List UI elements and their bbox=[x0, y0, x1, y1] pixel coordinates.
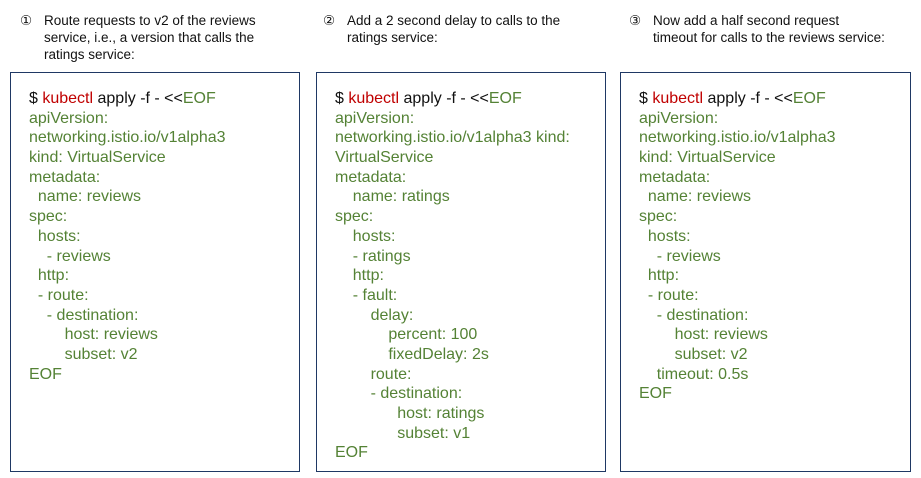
yaml-line: networking.istio.io/v1alpha3 kind: bbox=[335, 129, 570, 147]
step-3-caption-text: Now add a half second request timeout fo… bbox=[653, 13, 885, 45]
yaml-line: percent: 100 bbox=[335, 326, 478, 344]
yaml-line: subset: v2 bbox=[639, 345, 748, 363]
command-args: apply -f - << bbox=[703, 90, 793, 107]
yaml-line: subset: v1 bbox=[335, 424, 471, 442]
yaml-line: http: bbox=[639, 267, 680, 285]
yaml-line: route: bbox=[335, 365, 412, 383]
command-program: kubectl bbox=[348, 90, 400, 107]
yaml-line: timeout: 0.5s bbox=[639, 365, 749, 383]
step-3-code-block: $ kubectl apply -f - <<EOF apiVersion: ne… bbox=[639, 89, 836, 404]
yaml-line: kind: VirtualService bbox=[29, 149, 166, 167]
yaml-line: kind: VirtualService bbox=[639, 149, 776, 167]
yaml-line: subset: v2 bbox=[29, 345, 138, 363]
step-1-number: ① bbox=[20, 13, 33, 28]
step-3-yaml: apiVersion: networking.istio.io/v1alpha3 k… bbox=[639, 109, 836, 404]
step-2-yaml: apiVersion: networking.istio.io/v1alpha3 … bbox=[335, 109, 570, 463]
step-2-code-block: $ kubectl apply -f - <<EOF apiVersion: ne… bbox=[335, 89, 570, 463]
yaml-line: host: reviews bbox=[29, 326, 158, 344]
yaml-line: http: bbox=[29, 267, 70, 285]
step-2-code-panel: $ kubectl apply -f - <<EOF apiVersion: ne… bbox=[316, 72, 606, 472]
yaml-line: name: reviews bbox=[639, 188, 752, 206]
step-2-caption: ② Add a 2 second delay to calls to the r… bbox=[323, 12, 560, 46]
command-prompt: $ bbox=[335, 90, 349, 107]
command-args: apply -f - << bbox=[399, 90, 489, 107]
yaml-line: networking.istio.io/v1alpha3 bbox=[639, 129, 836, 147]
command-program: kubectl bbox=[652, 90, 704, 107]
step-3-number: ③ bbox=[629, 13, 642, 28]
yaml-line: - reviews bbox=[29, 247, 111, 265]
yaml-line: spec: bbox=[29, 208, 68, 226]
yaml-line: - destination: bbox=[639, 306, 749, 324]
command-prompt: $ bbox=[29, 90, 43, 107]
yaml-line: delay: bbox=[335, 306, 414, 324]
yaml-line: - route: bbox=[639, 286, 699, 304]
step-1-caption: ① Route requests to v2 of the reviews se… bbox=[20, 12, 256, 63]
yaml-line: EOF bbox=[335, 444, 368, 462]
yaml-line: apiVersion: bbox=[639, 109, 719, 127]
yaml-line: metadata: bbox=[335, 168, 407, 186]
yaml-line: EOF bbox=[29, 365, 62, 383]
command-program: kubectl bbox=[42, 90, 94, 107]
yaml-line: - reviews bbox=[639, 247, 721, 265]
yaml-line: hosts: bbox=[29, 227, 81, 245]
yaml-line: - route: bbox=[29, 286, 89, 304]
yaml-line: hosts: bbox=[639, 227, 691, 245]
step-2-caption-text: Add a 2 second delay to calls to the rat… bbox=[347, 13, 561, 45]
yaml-line: host: ratings bbox=[335, 405, 485, 422]
yaml-line: host: reviews bbox=[639, 326, 768, 344]
step-2-number: ② bbox=[323, 13, 336, 28]
command-heredoc: EOF bbox=[792, 90, 826, 107]
yaml-line: - destination: bbox=[335, 385, 463, 403]
yaml-line: VirtualService bbox=[335, 149, 434, 167]
yaml-line: name: ratings bbox=[335, 188, 450, 206]
yaml-line: hosts: bbox=[335, 227, 396, 245]
yaml-line: - ratings bbox=[335, 247, 411, 265]
step-2-command-line: $ kubectl apply -f - <<EOF bbox=[335, 89, 570, 109]
yaml-line: apiVersion: bbox=[29, 109, 109, 127]
step-3-code-panel: $ kubectl apply -f - <<EOF apiVersion: ne… bbox=[620, 72, 911, 472]
yaml-line: http: bbox=[335, 267, 384, 285]
yaml-line: spec: bbox=[639, 208, 678, 226]
yaml-line: - fault: bbox=[335, 286, 398, 304]
step-1-code-panel: $ kubectl apply -f - <<EOF apiVersion: ne… bbox=[10, 72, 300, 472]
yaml-line: spec: bbox=[335, 208, 374, 226]
step-3-caption: ③ Now add a half second request timeout … bbox=[629, 12, 885, 46]
yaml-line: networking.istio.io/v1alpha3 bbox=[29, 129, 226, 147]
step-3-command-line: $ kubectl apply -f - <<EOF bbox=[639, 89, 836, 109]
yaml-line: metadata: bbox=[29, 168, 101, 186]
yaml-line: EOF bbox=[639, 385, 672, 403]
yaml-line: - destination: bbox=[29, 306, 139, 324]
step-1-yaml: apiVersion: networking.istio.io/v1alpha3 k… bbox=[29, 109, 226, 385]
step-1-caption-text: Route requests to v2 of the reviews serv… bbox=[44, 13, 256, 62]
step-1-command-line: $ kubectl apply -f - <<EOF bbox=[29, 89, 226, 109]
yaml-line: fixedDelay: 2s bbox=[335, 345, 489, 363]
yaml-line: apiVersion: bbox=[335, 109, 415, 127]
command-prompt: $ bbox=[639, 90, 653, 107]
yaml-line: metadata: bbox=[639, 168, 711, 186]
step-1-code-block: $ kubectl apply -f - <<EOF apiVersion: ne… bbox=[29, 89, 226, 384]
command-args: apply -f - << bbox=[93, 90, 183, 107]
command-heredoc: EOF bbox=[488, 90, 522, 107]
command-heredoc: EOF bbox=[182, 90, 216, 107]
yaml-line: name: reviews bbox=[29, 188, 142, 206]
